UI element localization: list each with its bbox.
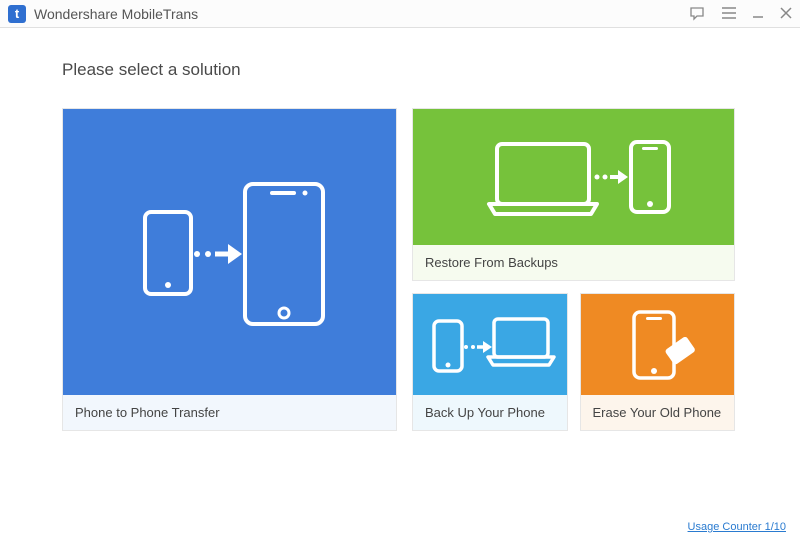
- transfer-illustration: [63, 109, 396, 395]
- page-heading: Please select a solution: [62, 60, 738, 80]
- restore-label: Restore From Backups: [413, 245, 734, 280]
- app-logo-icon: t: [8, 5, 26, 23]
- titlebar: t Wondershare MobileTrans: [0, 0, 800, 28]
- menu-icon[interactable]: [722, 7, 736, 21]
- restore-icon: [459, 122, 689, 232]
- minimize-icon[interactable]: [752, 7, 764, 21]
- solution-grid: Phone to Phone Transfer: [62, 108, 738, 431]
- window-controls: [690, 7, 792, 21]
- erase-illustration: [581, 294, 735, 395]
- card-erase-your-old-phone[interactable]: Erase Your Old Phone: [580, 293, 736, 431]
- backup-label: Back Up Your Phone: [413, 395, 567, 430]
- backup-icon: [420, 305, 560, 385]
- backup-illustration: [413, 294, 567, 395]
- usage-counter-link[interactable]: Usage Counter 1/10: [688, 521, 786, 533]
- card-phone-to-phone-transfer[interactable]: Phone to Phone Transfer: [62, 108, 397, 431]
- restore-illustration: [413, 109, 734, 245]
- app-title: Wondershare MobileTrans: [34, 6, 198, 22]
- phone-transfer-icon: [115, 162, 345, 342]
- close-icon[interactable]: [780, 7, 792, 21]
- feedback-icon[interactable]: [690, 7, 706, 21]
- main-content: Please select a solution: [0, 28, 800, 431]
- transfer-label: Phone to Phone Transfer: [63, 395, 396, 430]
- erase-icon: [602, 302, 712, 387]
- card-restore-from-backups[interactable]: Restore From Backups: [412, 108, 735, 281]
- erase-label: Erase Your Old Phone: [581, 395, 735, 430]
- card-back-up-your-phone[interactable]: Back Up Your Phone: [412, 293, 568, 431]
- bottom-right-group: Back Up Your Phone: [412, 293, 735, 431]
